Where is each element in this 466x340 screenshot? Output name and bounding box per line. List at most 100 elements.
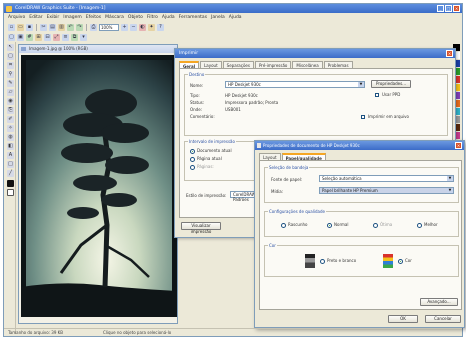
- menu-bar: Arquivo Editar Exibir Imagem Efeitos Más…: [4, 13, 462, 22]
- minimize-button[interactable]: _: [437, 5, 444, 12]
- eyedropper-tool-icon[interactable]: ✎: [7, 80, 14, 87]
- paste-icon[interactable]: ▥: [58, 23, 65, 31]
- printer-name-label: Nome:: [190, 83, 204, 88]
- ok-button[interactable]: OK: [388, 315, 418, 323]
- effect-tool-icon[interactable]: ✧: [7, 125, 14, 132]
- options-icon[interactable]: ≡: [62, 33, 69, 41]
- tray-selection-label: Seleção de bandeja: [268, 165, 310, 170]
- cancel-button[interactable]: Cancelar: [425, 315, 461, 323]
- mask-mode-icon[interactable]: ▢: [8, 33, 15, 41]
- menu-item[interactable]: Janela: [211, 15, 225, 20]
- transform-icon[interactable]: ⤢: [53, 33, 60, 41]
- menu-item[interactable]: Efeitos: [86, 15, 101, 20]
- menu-item[interactable]: Ajuda: [229, 15, 242, 20]
- grid-icon[interactable]: #: [26, 33, 33, 41]
- quality-settings-group: Configurações de qualidade Rascunho Norm…: [264, 209, 459, 237]
- chevron-down-icon: ▼: [447, 176, 453, 181]
- media-label: Mídia:: [271, 189, 284, 194]
- dropdown-arrow-icon[interactable]: ▾: [80, 33, 87, 41]
- color-bw-radio[interactable]: [320, 259, 325, 264]
- open-folder-icon[interactable]: ▭: [17, 23, 24, 31]
- menu-item[interactable]: Ajuda: [162, 15, 175, 20]
- print-style-value: CorelDRAW Padrões: [233, 192, 256, 202]
- effects-icon[interactable]: ✦: [148, 23, 155, 31]
- mask-tool-icon[interactable]: ▢: [7, 53, 14, 60]
- advanced-button[interactable]: Avançado...: [420, 298, 458, 306]
- brush-tool-icon[interactable]: ✐: [7, 116, 14, 123]
- menu-item[interactable]: Objeto: [128, 15, 143, 20]
- print-preview-button[interactable]: Visualizar impressão: [181, 222, 221, 234]
- where-label: Onde:: [190, 107, 203, 112]
- paper-quality-panel: Seleção de bandeja Fonte de papel: Seleç…: [259, 160, 462, 310]
- selection-icon[interactable]: ▣: [17, 33, 24, 41]
- range-pages-radio[interactable]: [190, 165, 195, 170]
- color-color-radio[interactable]: [398, 259, 403, 264]
- redo-icon[interactable]: ↷: [76, 23, 83, 31]
- menu-item[interactable]: Ferramentas: [179, 15, 207, 20]
- help-icon[interactable]: ?: [157, 23, 164, 31]
- close-button[interactable]: ×: [453, 5, 460, 12]
- status-label: Status:: [190, 100, 205, 105]
- guidelines-icon[interactable]: ⊟: [44, 33, 51, 41]
- menu-item[interactable]: Filtro: [147, 15, 158, 20]
- new-file-icon[interactable]: ▫: [8, 23, 15, 31]
- menu-item[interactable]: Máscara: [105, 15, 124, 20]
- menu-item[interactable]: Exibir: [47, 15, 60, 20]
- comment-label: Comentário:: [190, 114, 215, 119]
- printer-group: Destino Nome: HP Deskjet 930c ▼ Propried…: [184, 72, 448, 136]
- copy-icon[interactable]: ▤: [49, 23, 56, 31]
- quality-normal-radio[interactable]: [327, 223, 332, 228]
- paper-source-select[interactable]: Seleção automática ▼: [319, 175, 454, 182]
- print-dialog-titlebar: Imprimir ×: [175, 49, 455, 58]
- properties-button[interactable]: Propriedades...: [371, 80, 411, 88]
- quality-draft-radio[interactable]: [281, 223, 286, 228]
- quality-best-radio[interactable]: [373, 223, 378, 228]
- line-tool-icon[interactable]: ╱: [7, 170, 14, 177]
- color-option-label: Preto e branco: [327, 258, 357, 263]
- text-tool-icon[interactable]: A: [7, 152, 14, 159]
- color-group-label: Cor: [268, 243, 277, 248]
- clone-tool-icon[interactable]: ⎘: [7, 107, 14, 114]
- app-window: CorelDRAW Graphics Suite - [Imagem-1] _ …: [3, 3, 465, 337]
- fill-tool-icon[interactable]: ◍: [7, 134, 14, 141]
- status-value: Impressora padrão; Pronta: [225, 100, 279, 105]
- photo-canvas[interactable]: [21, 55, 177, 317]
- pick-tool-icon[interactable]: ↖: [7, 44, 14, 51]
- zoom-level-field[interactable]: 100%: [99, 23, 119, 31]
- eraser-tool-icon[interactable]: ▱: [7, 89, 14, 96]
- print-icon[interactable]: ⎙: [90, 23, 97, 31]
- window-controls: _ □ ×: [437, 5, 460, 12]
- quality-better-radio[interactable]: [417, 223, 422, 228]
- use-ppd-checkbox[interactable]: [375, 93, 379, 97]
- media-select[interactable]: Papel brilhante HP Premium ▼: [319, 187, 454, 194]
- menu-item[interactable]: Editar: [29, 15, 42, 20]
- type-value: HP Deskjet 930c: [225, 93, 258, 98]
- close-icon[interactable]: ×: [455, 142, 462, 149]
- maximize-button[interactable]: □: [445, 5, 452, 12]
- crop-tool-icon[interactable]: ⌗: [7, 62, 14, 69]
- color-mode-icon[interactable]: ◐: [139, 23, 146, 31]
- foreground-color-swatch[interactable]: [7, 180, 14, 187]
- background-color-swatch[interactable]: [7, 189, 14, 196]
- undo-icon[interactable]: ↶: [67, 23, 74, 31]
- redeye-tool-icon[interactable]: ◉: [7, 98, 14, 105]
- arrange-icon[interactable]: ⧉: [71, 33, 78, 41]
- print-to-file-checkbox[interactable]: [361, 115, 365, 119]
- zoom-in-icon[interactable]: +: [121, 23, 128, 31]
- rulers-icon[interactable]: ⊞: [35, 33, 42, 41]
- zoom-out-icon[interactable]: −: [130, 23, 137, 31]
- cut-icon[interactable]: ✂: [40, 23, 47, 31]
- range-current-document-radio[interactable]: [190, 149, 195, 154]
- menu-item[interactable]: Imagem: [63, 15, 81, 20]
- range-option-label: Página atual: [197, 156, 222, 161]
- shape-tool-icon[interactable]: □: [7, 161, 14, 168]
- printer-name-select[interactable]: HP Deskjet 930c ▼: [225, 81, 365, 88]
- range-current-page-radio[interactable]: [190, 157, 195, 162]
- zoom-tool-icon[interactable]: ⚲: [7, 71, 14, 78]
- close-icon[interactable]: ×: [446, 50, 453, 57]
- app-logo-icon: [6, 5, 12, 12]
- menu-item[interactable]: Arquivo: [8, 15, 25, 20]
- save-icon[interactable]: ▪: [26, 23, 33, 31]
- toolbar-separator: [36, 23, 37, 31]
- gradient-tool-icon[interactable]: ◧: [7, 143, 14, 150]
